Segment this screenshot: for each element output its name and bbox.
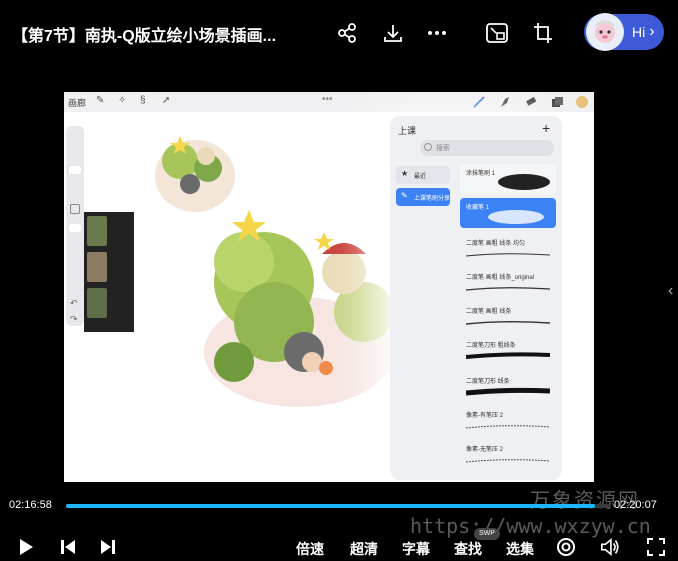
brush-stroke-preview <box>466 425 550 429</box>
brush-item: 二度笔 画粗 线条 均匀 <box>460 234 556 264</box>
color-picker <box>576 96 588 108</box>
brush-stroke-preview <box>466 287 550 291</box>
video-title: 【第7节】南执-Q版立绘小场景插画... <box>12 28 277 45</box>
brush-item: 二度笔 画粗 线条_original <box>460 268 556 298</box>
brush-label: 二度笔 画粗 线条 <box>466 309 512 315</box>
chevron-left-icon[interactable]: ‹ <box>668 282 673 300</box>
total-time: 02:20:07 <box>614 499 657 511</box>
brush-label: 二度笔 画粗 线条_original <box>466 275 535 281</box>
reference-thumb <box>87 252 107 282</box>
add-brush-icon: + <box>542 120 551 136</box>
reference-thumb <box>87 288 107 318</box>
redo-icon: ↷ <box>70 314 78 324</box>
share-icon[interactable] <box>334 20 360 46</box>
brush-stroke-preview <box>466 459 550 463</box>
brush-library-title: 上课 <box>398 126 417 136</box>
brush-label: 二度笔刀形 粗线条 <box>466 343 516 349</box>
brush-search-field: 搜索 <box>420 140 554 156</box>
watermark-url: https://www.wxzyw.cn <box>410 514 651 538</box>
undo-icon: ↶ <box>70 298 78 308</box>
assistant-avatar <box>586 13 624 51</box>
transform-icon: ➚ <box>162 95 171 106</box>
search-button[interactable]: 查找 <box>454 539 482 559</box>
brush-stroke-preview <box>466 387 550 396</box>
brush-item: 二度笔 画粗 线条 <box>460 302 556 332</box>
brush-stroke-preview <box>498 174 550 190</box>
search-icon <box>424 143 432 151</box>
brush-stroke-preview <box>488 210 544 224</box>
swp-badge: SWP <box>474 528 500 540</box>
reference-images <box>84 212 134 332</box>
next-icon[interactable] <box>98 537 118 557</box>
video-frame[interactable]: 画廊 ✎ ✧ § ➚ ••• ↶ ↷ 上课 + 搜索 ★ 最近 ✎ 上课笔刷分享… <box>64 92 594 482</box>
reference-thumb <box>87 216 107 246</box>
artwork-main <box>204 210 394 407</box>
smudge-icon <box>501 97 509 107</box>
brush-label: 二度笔 画粗 线条 均匀 <box>466 241 526 247</box>
progress-fill <box>66 504 595 508</box>
brush-item: 二度笔刀形 粗线条 <box>460 336 556 366</box>
brush-label: 二度笔刀形 线条 <box>466 379 510 385</box>
subtitle-button[interactable]: 字幕 <box>402 539 430 559</box>
procreate-toolbar: 画廊 ✎ ✧ § ➚ ••• <box>64 92 594 112</box>
assistant-button[interactable]: Hi › <box>584 13 664 51</box>
brush-stroke-preview <box>466 321 550 325</box>
brush-category-icon: ✎ <box>401 191 408 200</box>
assistant-label: Hi <box>632 24 646 40</box>
chevron-right-icon: › <box>649 23 655 40</box>
top-bar: 【第7节】南执-Q版立绘小场景插画... Hi › <box>0 0 678 66</box>
more-dots-icon: ••• <box>322 94 333 105</box>
layers-icon <box>552 97 563 107</box>
brush-category-label: 最近 <box>414 174 427 180</box>
brush-stroke-preview <box>466 253 550 257</box>
brush-library-panel: 上课 + 搜索 ★ 最近 ✎ 上课笔刷分享 涂抹笔刷 1 收藏笔 1 二度笔 画… <box>390 116 562 480</box>
brush-category-recent: ★ 最近 <box>396 166 450 184</box>
brush-stroke-preview <box>466 352 550 359</box>
brush-label: 像素-有笔压 2 <box>466 413 504 419</box>
eyedropper-button <box>70 204 80 214</box>
size-slider <box>69 166 81 174</box>
brush-icon <box>473 96 485 108</box>
progress-bar[interactable] <box>66 504 610 508</box>
speed-button[interactable]: 倍速 <box>296 539 324 559</box>
procreate-sidebar: ↶ ↷ <box>66 126 84 326</box>
selection-icon: § <box>140 95 146 106</box>
brush-item-selected: 收藏笔 1 <box>460 198 556 228</box>
danmaku-icon[interactable] <box>556 537 576 557</box>
eraser-icon <box>526 96 537 106</box>
fullscreen-icon[interactable] <box>646 537 666 557</box>
crop-icon[interactable] <box>530 20 556 46</box>
brush-item: 二度笔刀形 线条 <box>460 372 556 402</box>
brush-item: 像素-有笔压 2 <box>460 406 556 436</box>
video-player-page: 【第7节】南执-Q版立绘小场景插画... Hi › 画廊 ✎ ✧ § ➚ •••… <box>0 0 678 561</box>
episodes-button[interactable]: 选集 <box>506 539 534 559</box>
star-icon: ★ <box>401 169 409 178</box>
wrench-icon: ✎ <box>96 95 105 106</box>
volume-icon[interactable] <box>600 537 620 557</box>
current-time: 02:16:58 <box>9 499 52 511</box>
brush-item: 涂抹笔刷 1 <box>460 164 556 194</box>
play-icon[interactable] <box>16 537 36 557</box>
opacity-slider <box>69 224 81 232</box>
pip-icon[interactable] <box>484 20 510 46</box>
quality-button[interactable]: 超清 <box>350 539 378 559</box>
magic-wand-icon: ✧ <box>118 95 127 106</box>
more-icon[interactable] <box>424 20 450 46</box>
brush-category-share: ✎ 上课笔刷分享 <box>396 188 450 206</box>
previous-icon[interactable] <box>58 537 78 557</box>
brush-item: 像素-无笔压 2 <box>460 440 556 470</box>
brush-label: 像素-无笔压 2 <box>466 447 504 453</box>
gallery-label: 画廊 <box>68 98 87 108</box>
download-icon[interactable] <box>380 20 406 46</box>
brush-category-label: 上课笔刷分享 <box>414 196 451 202</box>
